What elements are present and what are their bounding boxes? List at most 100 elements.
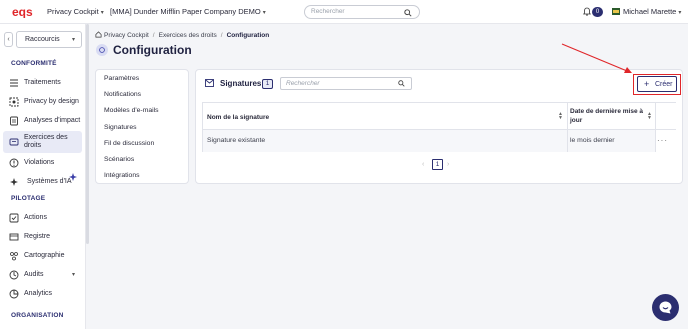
- breadcrumb-separator: /: [152, 32, 155, 39]
- chevron-down-icon: ▾: [100, 10, 104, 16]
- config-menu: Paramètres Notifications Modèles d'e-mai…: [95, 69, 189, 184]
- column-header-name-label: Nom de la signature: [207, 114, 270, 121]
- create-button-label: Créer: [655, 81, 673, 88]
- breadcrumb: Privacy Cockpit / Exercices des droits / Con…: [95, 31, 269, 39]
- sort-icon[interactable]: ▲ ▼: [647, 112, 652, 121]
- config-menu-parametres[interactable]: Paramètres: [104, 75, 139, 82]
- column-header-actions: [655, 103, 676, 130]
- impact-icon: [10, 116, 18, 126]
- config-menu-integrations[interactable]: Intégrations: [104, 172, 140, 179]
- section-organisation: ORGANISATION: [11, 312, 64, 319]
- breadcrumb-privacy-cockpit[interactable]: Privacy Cockpit: [104, 32, 149, 39]
- signatures-panel: Signatures 1 Rechercher + Créer Nom de l…: [195, 69, 683, 184]
- signatures-search-input[interactable]: Rechercher: [280, 77, 412, 90]
- audit-icon: [9, 270, 19, 280]
- app-switcher[interactable]: Privacy Cockpit ▾: [47, 7, 104, 16]
- table-cell: le mois dernier: [567, 130, 655, 152]
- svg-text:eqs: eqs: [12, 5, 33, 18]
- config-menu-notifications[interactable]: Notifications: [104, 91, 141, 98]
- sidebar: ‹ Raccourcis ▾ CONFORMITÉ Traitements Pr…: [0, 24, 86, 329]
- search-icon[interactable]: [404, 9, 412, 17]
- section-pilotage: PILOTAGE: [11, 195, 46, 202]
- register-icon: [9, 233, 19, 241]
- user-menu[interactable]: Michael Marette ▾: [623, 7, 681, 16]
- signatures-search-placeholder: Rechercher: [286, 80, 320, 87]
- sidebar-item-label: Registre: [24, 233, 51, 240]
- sparkle-icon: [69, 173, 77, 181]
- breadcrumb-configuration: Configuration: [226, 32, 270, 39]
- sidebar-item-label: Privacy by design: [24, 98, 79, 105]
- shortcuts-dropdown[interactable]: Raccourcis ▾: [16, 31, 82, 48]
- signature-name-cell: Signature existante: [207, 137, 266, 144]
- privacy-design-icon: [9, 97, 19, 107]
- sidebar-item-label: Audits: [24, 271, 44, 278]
- breadcrumb-separator: /: [220, 32, 223, 39]
- rights-icon: [9, 138, 19, 146]
- sidebar-item-label: Analyses d'impact: [24, 117, 81, 124]
- config-menu-signatures[interactable]: Signatures: [104, 124, 137, 131]
- map-icon: [10, 252, 18, 261]
- sidebar-item-audits[interactable]: Audits ▾: [3, 266, 82, 284]
- table-row[interactable]: Signature existante: [203, 130, 567, 152]
- sort-icon[interactable]: ▲ ▼: [558, 112, 563, 121]
- sidebar-item-traitements[interactable]: Traitements: [3, 74, 82, 92]
- page-title: Configuration: [113, 43, 192, 57]
- company-switcher[interactable]: [MMA] Dunder Mifflin Paper Company DEMO ▾: [110, 7, 266, 16]
- sidebar-item-actions[interactable]: Actions: [3, 209, 82, 227]
- sidebar-item-cartographie[interactable]: Cartographie: [3, 247, 82, 265]
- sidebar-item-registre[interactable]: Registre: [3, 228, 82, 246]
- chat-help-button[interactable]: [652, 294, 679, 321]
- collapse-sidebar-button[interactable]: ‹: [4, 32, 13, 47]
- chevron-left-icon[interactable]: ‹: [422, 161, 424, 168]
- global-search-input[interactable]: Rechercher: [304, 5, 420, 19]
- section-conformite: CONFORMITÉ: [11, 60, 57, 67]
- chevron-right-icon[interactable]: ›: [447, 161, 449, 168]
- chevron-down-icon: ▾: [262, 10, 266, 16]
- mail-icon: [205, 79, 214, 87]
- home-icon[interactable]: [95, 31, 102, 38]
- signature-updated-cell: le mois dernier: [570, 137, 615, 144]
- top-bar: eqs Privacy Cockpit ▾ [MMA] Dunder Miffli…: [0, 0, 688, 24]
- app-switcher-label: Privacy Cockpit: [47, 7, 99, 16]
- row-actions-cell: ···: [655, 130, 676, 152]
- user-name: Michael Marette: [623, 7, 677, 16]
- column-header-updated[interactable]: Date de dernière mise à jour ▲ ▼: [567, 103, 655, 130]
- more-options-icon[interactable]: ···: [657, 136, 668, 145]
- eqs-logo[interactable]: eqs: [12, 5, 34, 18]
- sidebar-item-label: Traitements: [24, 79, 61, 86]
- company-switcher-label: [MMA] Dunder Mifflin Paper Company DEMO: [110, 7, 261, 16]
- sidebar-item-label: Violations: [24, 159, 55, 166]
- sidebar-item-exercices-des-droits[interactable]: Exercices des droits: [3, 131, 82, 153]
- breadcrumb-exercices-des-droits[interactable]: Exercices des droits: [159, 32, 217, 39]
- shortcuts-label: Raccourcis: [25, 36, 60, 43]
- sidebar-item-label: Systèmes d'IA: [27, 178, 72, 185]
- sidebar-item-label: Actions: [24, 214, 47, 221]
- bell-icon[interactable]: [583, 7, 591, 16]
- analytics-icon: [9, 289, 19, 299]
- sidebar-item-label: Cartographie: [24, 252, 65, 259]
- column-header-updated-label: Date de dernière mise à jour: [570, 108, 643, 124]
- config-menu-fil-de-discussion[interactable]: Fil de discussion: [104, 140, 154, 147]
- signatures-count-badge: 1: [262, 79, 273, 89]
- column-header-name[interactable]: Nom de la signature ▲ ▼: [203, 103, 567, 130]
- create-button[interactable]: + Créer: [637, 76, 677, 92]
- config-menu-scenarios[interactable]: Scénarios: [104, 156, 134, 163]
- company-logo-icon: [612, 8, 620, 15]
- sidebar-item-analyses-impact[interactable]: Analyses d'impact: [3, 112, 82, 130]
- config-menu-modeles-emails[interactable]: Modèles d'e-mails: [104, 107, 159, 114]
- sidebar-scrollbar[interactable]: [86, 24, 89, 244]
- sidebar-item-analytics[interactable]: Analytics: [3, 285, 82, 303]
- column-divider: [567, 103, 568, 152]
- sidebar-item-privacy-by-design[interactable]: Privacy by design: [3, 93, 82, 111]
- ai-icon: [10, 178, 18, 186]
- page-number-button[interactable]: 1: [432, 159, 443, 170]
- list-icon: [10, 79, 18, 87]
- sidebar-item-systemes-ia[interactable]: Systèmes d'IA: [3, 173, 82, 191]
- notification-count-badge[interactable]: 0: [592, 7, 603, 17]
- signatures-table: Nom de la signature ▲ ▼ Date de dernière …: [202, 102, 676, 152]
- sidebar-item-violations[interactable]: Violations: [3, 154, 82, 172]
- search-icon: [398, 80, 405, 87]
- sidebar-item-label: Analytics: [24, 290, 53, 297]
- actions-icon: [9, 213, 19, 223]
- chat-icon: [659, 301, 672, 314]
